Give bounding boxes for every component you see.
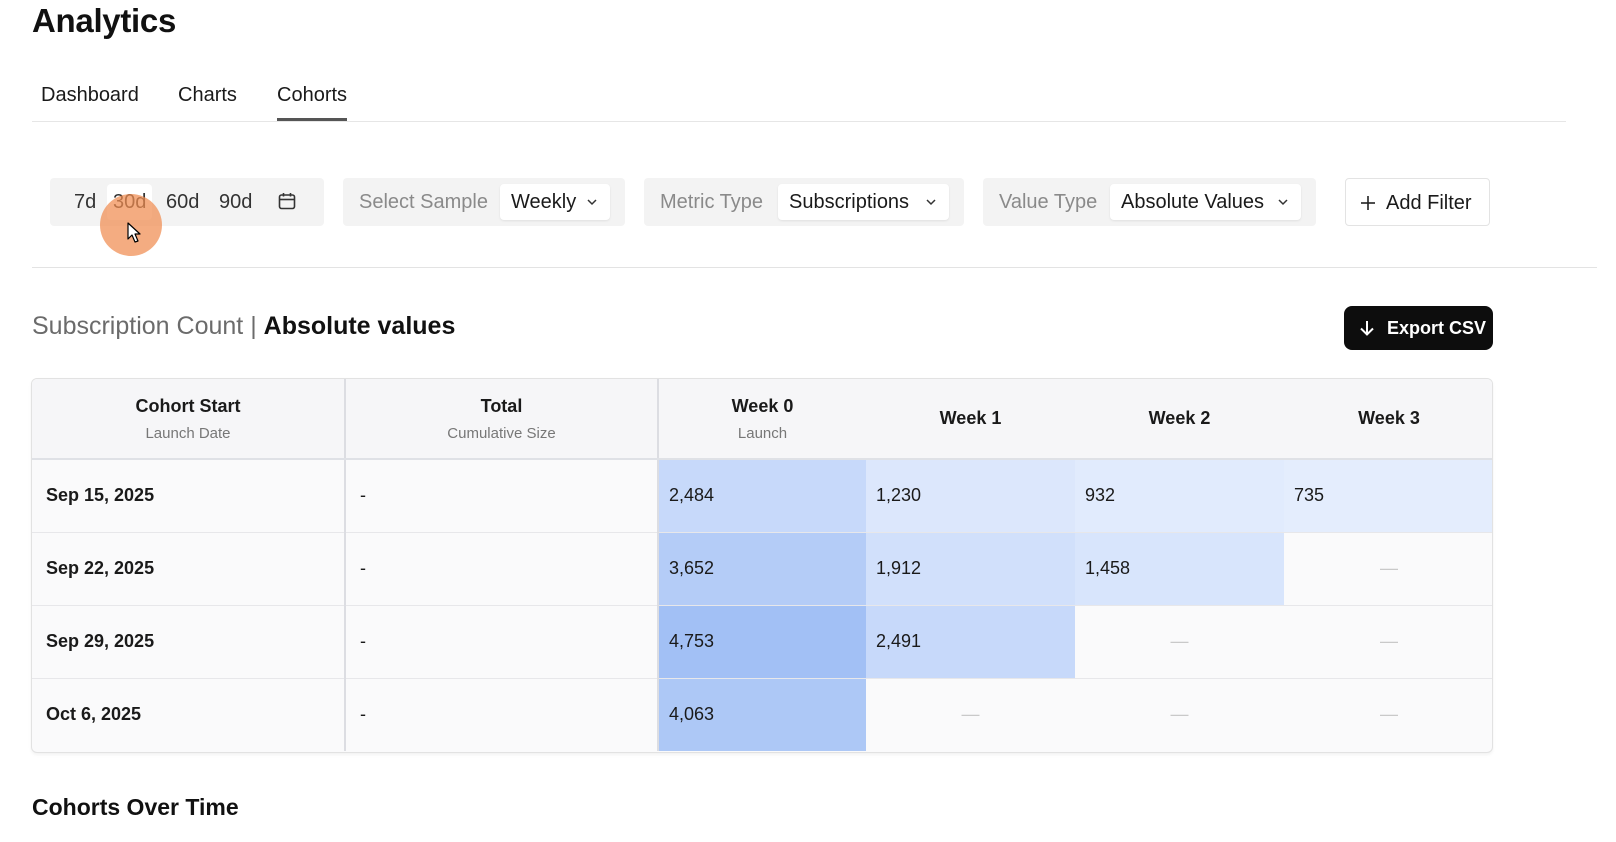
empty-cell [866, 678, 1075, 751]
page-title: Analytics [32, 2, 177, 39]
tab-cohorts[interactable]: Cohorts [277, 84, 348, 121]
value-mode-title: Absolute values [263, 312, 456, 340]
metric-type-dropdown[interactable]: Subscriptions [778, 184, 949, 220]
tab-dashboard[interactable]: Dashboard [41, 84, 139, 121]
export-csv-label: Export CSV [1387, 318, 1487, 338]
week-0-cell: 4,753 [658, 605, 866, 679]
plus-icon [1361, 196, 1375, 210]
chevron-down-icon [587, 199, 597, 206]
header-cohort-start: Cohort Start Launch Date [32, 379, 346, 460]
title-separator: | [250, 312, 257, 340]
week-0-cell: 2,484 [658, 459, 866, 533]
add-filter-button[interactable]: Add Filter [1345, 178, 1490, 226]
export-csv-button[interactable]: Export CSV [1344, 306, 1493, 350]
total-cell: - [345, 678, 659, 751]
header-week-1: Week 1 [866, 379, 1075, 460]
download-arrow-icon [1360, 321, 1374, 336]
metric-type-value: Subscriptions [789, 191, 910, 213]
header-title: Cohort Start [135, 395, 241, 416]
cohorts-over-time-title: Cohorts Over Time [32, 794, 239, 820]
date-range-selector: 7d 30d 60d 90d [50, 178, 324, 226]
table-row: Sep 15, 2025-2,484 1,230 932 735 [32, 459, 1492, 533]
cohort-table: Cohort Start Launch Date Total Cumulativ… [31, 378, 1493, 753]
table-row: Sep 29, 2025-4,753 2,491 [32, 605, 1492, 679]
header-title: Week 1 [939, 408, 1002, 428]
filter-bar: 7d 30d 60d 90d Select Sample Weekly Metr… [32, 178, 1597, 268]
range-90d-button[interactable]: 90d [213, 184, 258, 220]
value-type-value: Absolute Values [1121, 191, 1265, 213]
header-subtitle: Launch [737, 424, 788, 442]
header-title: Total [480, 395, 523, 416]
header-week-2: Week 2 [1075, 379, 1284, 460]
metric-type-selector: Metric Type Subscriptions [644, 178, 964, 226]
week-1-cell: 2,491 [866, 605, 1075, 679]
range-60d-button[interactable]: 60d [160, 184, 205, 220]
total-cell: - [345, 605, 659, 679]
empty-cell [1075, 605, 1284, 679]
metric-title: Subscription Count [32, 312, 244, 340]
week-1-cell: 1,912 [866, 532, 1075, 606]
tab-charts[interactable]: Charts [178, 84, 237, 121]
week-1-cell: 1,230 [866, 459, 1075, 533]
empty-cell [1284, 678, 1492, 751]
header-title: Week 3 [1358, 408, 1420, 428]
range-30d-button[interactable]: 30d [107, 184, 153, 220]
sample-dropdown[interactable]: Weekly [500, 184, 610, 220]
total-cell: - [345, 459, 659, 533]
cohort-date-cell: Oct 6, 2025 [32, 678, 346, 751]
sample-selector: Select Sample Weekly [343, 178, 625, 226]
header-subtitle: Cumulative Size [447, 424, 556, 442]
empty-cell [1284, 532, 1492, 606]
total-cell: - [345, 532, 659, 606]
add-filter-label: Add Filter [1386, 192, 1472, 214]
chevron-down-icon [926, 199, 936, 206]
tab-bar: Dashboard Charts Cohorts [32, 80, 1566, 122]
chevron-down-icon [1278, 199, 1288, 206]
cohort-date-cell: Sep 15, 2025 [32, 459, 346, 533]
table-row: Oct 6, 2025-4,063 [32, 678, 1492, 751]
sample-label: Select Sample [359, 191, 488, 213]
empty-cell [1075, 678, 1284, 751]
sample-value: Weekly [511, 191, 577, 213]
empty-cell [1284, 605, 1492, 679]
value-type-dropdown[interactable]: Absolute Values [1110, 184, 1301, 220]
value-type-label: Value Type [999, 191, 1098, 213]
header-week-3: Week 3 [1284, 379, 1492, 460]
table-row: Sep 22, 2025-3,652 1,912 1,458 [32, 532, 1492, 606]
week-3-cell: 735 [1284, 459, 1492, 533]
section-title: Subscription Count | Absolute values [32, 312, 455, 341]
header-week-0: Week 0 Launch [658, 379, 866, 460]
range-7d-button[interactable]: 7d [68, 184, 102, 220]
header-total: Total Cumulative Size [345, 379, 659, 460]
table-header-row: Cohort Start Launch Date Total Cumulativ… [32, 379, 1492, 460]
header-title: Week 0 [731, 395, 794, 416]
cohort-date-cell: Sep 22, 2025 [32, 532, 346, 606]
metric-type-label: Metric Type [660, 191, 763, 213]
value-type-selector: Value Type Absolute Values [983, 178, 1316, 226]
week-0-cell: 3,652 [658, 532, 866, 606]
header-title: Week 2 [1148, 408, 1211, 428]
calendar-icon[interactable] [278, 192, 296, 210]
week-0-cell: 4,063 [658, 678, 866, 751]
header-subtitle: Launch Date [145, 424, 231, 442]
week-2-cell: 932 [1075, 459, 1284, 533]
week-2-cell: 1,458 [1075, 532, 1284, 606]
cohort-date-cell: Sep 29, 2025 [32, 605, 346, 679]
